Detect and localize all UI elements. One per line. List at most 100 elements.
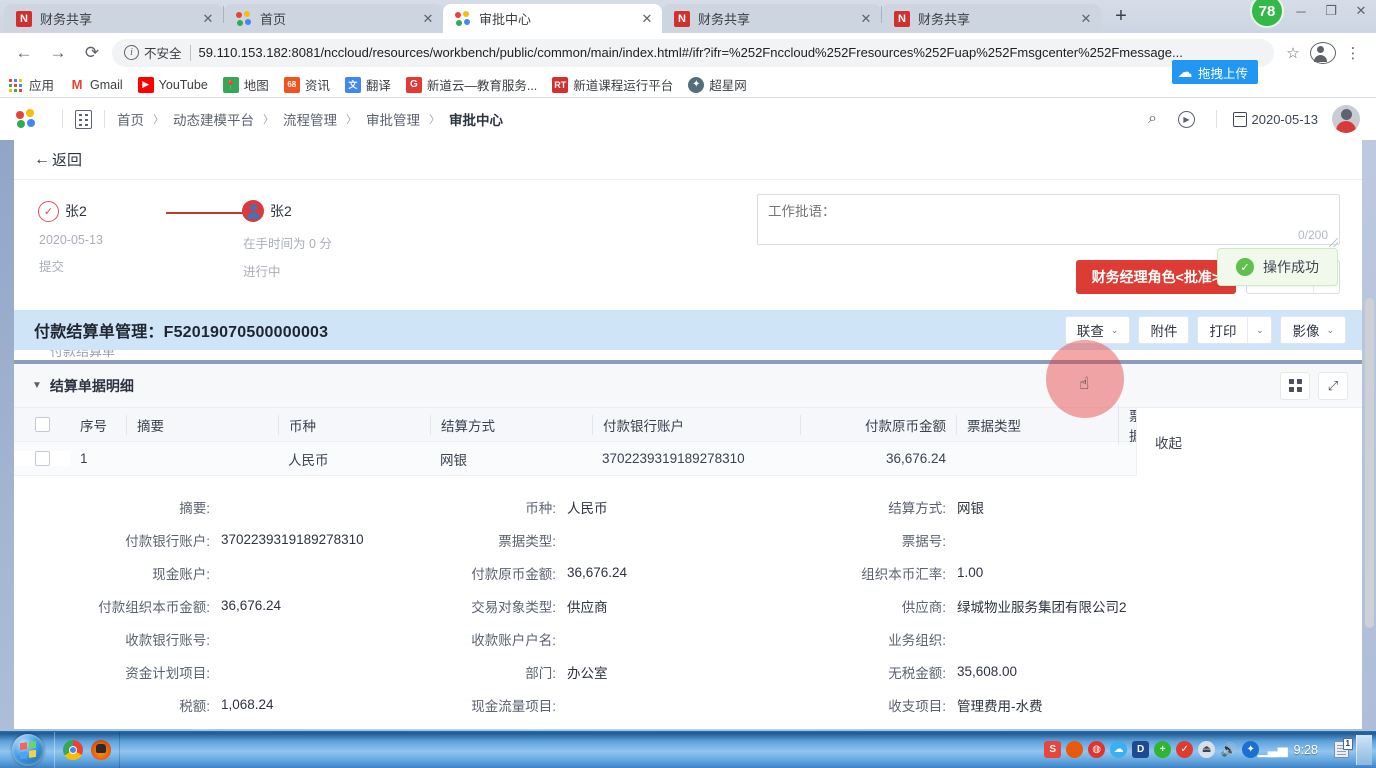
field-label: 组织本币汇率: [861, 566, 946, 582]
toast-message: 操作成功 [1263, 259, 1319, 275]
maximize-icon[interactable]: ❐ [1316, 3, 1346, 19]
bookmark-translate[interactable]: 文 翻译 [344, 75, 391, 94]
column-header-settle-method[interactable]: 结算方式 [430, 414, 592, 435]
browser-tab-1[interactable]: N 财务共享 ✕ [4, 4, 223, 33]
close-icon[interactable]: ✕ [638, 10, 656, 28]
back-button[interactable]: ← 返回 [34, 149, 82, 170]
bookmark-maps[interactable]: 📍 地图 [222, 75, 269, 94]
bookmark-gmail[interactable]: M Gmail [69, 76, 123, 93]
field-label: 供应商: [901, 599, 946, 615]
bookmark-youtube[interactable]: ▶ YouTube [137, 76, 208, 93]
browser-tab-4[interactable]: N 财务共享 ✕ [662, 4, 881, 33]
field-label: 资金计划项目: [125, 665, 210, 681]
bookmark-apps[interactable]: 应用 [8, 75, 54, 94]
field-value: 36,676.24 [567, 565, 628, 580]
linkquery-button[interactable]: 联查 ⌄ [1064, 316, 1131, 344]
forward-icon[interactable]: → [44, 39, 72, 67]
detail-row: 资金计划项目: 部门: 办公室 无税金额: 35,608.00 [14, 655, 1362, 688]
close-window-icon[interactable]: ✕ [1346, 3, 1376, 19]
drag-upload-tooltip[interactable]: ☁ 拖拽上传 [1171, 60, 1258, 84]
breadcrumb-item-home[interactable]: 首页 [117, 109, 144, 129]
column-header-seq[interactable]: 序号 [70, 415, 126, 435]
field-label: 票据号: [901, 533, 946, 549]
profile-badge[interactable]: 78 [1250, 0, 1284, 28]
close-icon[interactable]: ✕ [199, 10, 217, 28]
inner-scrollbar[interactable] [1351, 562, 1359, 723]
approve-button[interactable]: 财务经理角色<批准> [1075, 260, 1236, 294]
avatar[interactable] [1332, 105, 1360, 133]
field-value: 35,608.00 [957, 664, 1018, 679]
comment-input[interactable] [757, 194, 1340, 245]
select-all-checkbox[interactable] [34, 417, 50, 432]
print-button[interactable]: 打印 ⌄ [1197, 316, 1273, 344]
browser-tab-3-active[interactable]: 审批中心 ✕ [443, 4, 662, 33]
image-button[interactable]: 影像 ⌄ [1280, 316, 1346, 344]
close-icon[interactable]: ✕ [419, 10, 437, 28]
xindao-icon: G [405, 76, 422, 93]
calendar-icon [1232, 111, 1247, 127]
page-scrollbar-thumb[interactable] [1365, 298, 1374, 628]
minimize-icon[interactable]: － [1286, 2, 1316, 21]
select-all-checkbox-cell[interactable] [14, 417, 70, 432]
resize-handle-icon[interactable] [1329, 238, 1338, 247]
back-icon[interactable]: ← [10, 39, 38, 67]
column-header-abstract[interactable]: 摘要 [126, 414, 278, 435]
header-divider [1215, 110, 1217, 128]
field-counterparty-type: 交易对象类型: 供应商 [404, 596, 794, 616]
search-icon[interactable]: ⌕ [1136, 102, 1170, 136]
chevron-down-icon[interactable]: ⌄ [1111, 325, 1119, 336]
row-checkbox-cell[interactable] [14, 451, 70, 466]
reload-icon[interactable]: ⟳ [78, 39, 106, 67]
bookmark-label: 翻译 [365, 79, 391, 93]
settlement-table: 序号 摘要 币种 结算方式 付款银行账户 付款原币金额 票据类型 票据 操作 1 [14, 404, 1362, 476]
flow-node-line1: 2020-05-13 [39, 233, 103, 247]
play-circle-icon[interactable]: ▶ [1170, 102, 1204, 136]
bookmark-chaoxing[interactable]: ✦ 超星网 [688, 75, 747, 94]
info-icon[interactable]: i [124, 45, 139, 60]
detail-row: 摘要: 币种: 人民币 结算方式: 网银 [14, 490, 1362, 523]
field-department: 部门: 办公室 [404, 662, 794, 682]
apps-grid-icon [8, 77, 24, 93]
row-collapse-link[interactable]: 收起 [1136, 408, 1362, 476]
dots-logo-icon[interactable] [16, 109, 38, 129]
field-label: 部门: [525, 665, 556, 681]
table-row[interactable]: 1 人民币 网银 3702239319189278310 36,676.24 收… [14, 408, 1362, 476]
field-currency: 币种: 人民币 [404, 497, 794, 517]
column-header-amount[interactable]: 付款原币金额 [800, 414, 956, 435]
field-label: 付款组织本币金额: [98, 599, 210, 615]
breadcrumb-item-approval-mgmt[interactable]: 审批管理 [366, 109, 420, 129]
tab-title: 财务共享 [918, 12, 971, 27]
bookmark-news[interactable]: 68 资讯 [283, 75, 330, 94]
close-icon[interactable]: ✕ [1077, 10, 1095, 28]
breadcrumb-item-process[interactable]: 流程管理 [283, 109, 337, 129]
column-header-bank-account[interactable]: 付款银行账户 [592, 414, 800, 435]
window-controls: － ❐ ✕ [1286, 0, 1376, 22]
attachment-button[interactable]: 附件 [1138, 316, 1190, 344]
url-text: 59.110.153.182:8081/nccloud/resources/wo… [198, 45, 1183, 60]
caret-down-icon[interactable]: ▼ [32, 380, 42, 391]
breadcrumb-item-modeling[interactable]: 动态建模平台 [173, 109, 254, 129]
browser-tab-2[interactable]: 首页 ✕ [224, 4, 443, 33]
bookmark-star-icon[interactable]: ☆ [1280, 44, 1306, 62]
row-checkbox[interactable] [34, 451, 50, 466]
chaoxing-icon: ✦ [688, 76, 705, 93]
grid-view-icon[interactable] [1280, 371, 1310, 400]
chevron-down-icon[interactable]: ⌄ [1326, 325, 1334, 336]
browser-tab-5[interactable]: N 财务共享 ✕ [882, 4, 1101, 33]
cell-currency: 人民币 [288, 452, 329, 468]
building-icon[interactable] [75, 109, 92, 129]
new-tab-button[interactable]: + [1107, 3, 1135, 31]
chevron-down-icon[interactable]: ⌄ [1247, 317, 1271, 343]
flow-node-head: 张2 [242, 198, 392, 224]
close-icon[interactable]: ✕ [857, 10, 875, 28]
field-label: 业务组织: [888, 632, 946, 648]
bookmark-xindao-cloud[interactable]: G 新道云—教育服务... [405, 75, 537, 94]
bookmark-course-platform[interactable]: RT 新道课程运行平台 [552, 75, 673, 94]
address-bar[interactable]: i 不安全 59.110.153.182:8081/nccloud/resour… [112, 38, 1274, 67]
fullscreen-icon[interactable]: ⤢ [1318, 371, 1348, 400]
current-date[interactable]: 2020-05-13 [1232, 111, 1318, 127]
column-header-currency[interactable]: 币种 [278, 414, 430, 435]
column-header-bill-type[interactable]: 票据类型 [956, 414, 1118, 435]
browser-menu-icon[interactable]: ⋮ [1340, 44, 1366, 62]
profile-avatar-icon[interactable] [1310, 41, 1336, 64]
